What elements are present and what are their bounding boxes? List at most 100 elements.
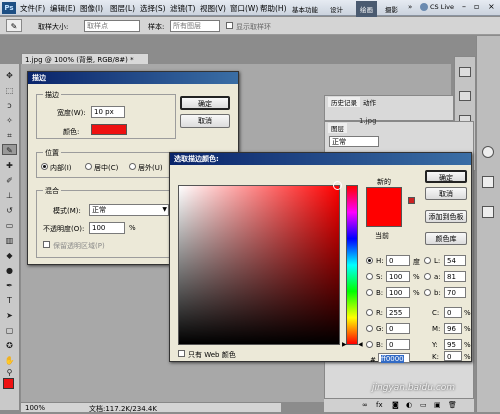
close-icon[interactable]: × — [488, 2, 495, 11]
lab-b-input[interactable]: 70 — [444, 287, 466, 298]
pen-tool-icon[interactable]: ✒ — [2, 280, 17, 291]
healing-brush-icon[interactable]: ✚ — [2, 160, 17, 171]
blend-mode-select[interactable]: 正常 — [329, 136, 379, 147]
actions-tab[interactable]: 动作 — [363, 97, 376, 107]
gamut-warning-icon[interactable] — [408, 197, 415, 204]
menu-file[interactable]: 文件(F) — [20, 3, 45, 14]
workspace-basic[interactable]: 基本功能 — [292, 4, 318, 14]
saturation-input[interactable]: 100 — [386, 271, 410, 282]
web-only-checkbox[interactable] — [178, 350, 185, 357]
shape-tool-icon[interactable]: ▢ — [2, 325, 17, 336]
eyedropper-icon[interactable]: ✎ — [2, 144, 17, 155]
cyan-input[interactable]: 0 — [444, 307, 462, 318]
move-tool-icon[interactable]: ✥ — [2, 70, 17, 81]
current-color-swatch[interactable] — [366, 207, 402, 227]
minimize-icon[interactable]: – — [462, 2, 466, 11]
eyedropper-tool-icon[interactable]: ✎ — [6, 19, 22, 32]
workspace-design[interactable]: 设计 — [330, 4, 343, 14]
menu-edit[interactable]: 编辑(E) — [50, 3, 76, 14]
menu-layer[interactable]: 图层(L) — [110, 3, 135, 14]
mode-select[interactable]: 正常 ▼ — [89, 204, 169, 216]
red-input[interactable]: 255 — [386, 307, 410, 318]
blur-tool-icon[interactable]: ◆ — [2, 250, 17, 261]
stroke-color-swatch[interactable] — [91, 124, 127, 135]
3d-rotate-icon[interactable]: ✪ — [2, 340, 17, 351]
zoom-level[interactable]: 100% — [25, 404, 45, 412]
masks-panel-icon[interactable] — [482, 206, 494, 218]
chevron-right-icon[interactable]: » — [408, 3, 412, 11]
lab-a-radio[interactable] — [424, 273, 431, 280]
document-tab[interactable]: 1.jpg @ 100% (背景, RGB/8#) * — [21, 53, 149, 64]
brush-preset-icon[interactable] — [482, 146, 494, 158]
menu-help[interactable]: 帮助(H) — [260, 3, 287, 14]
workspace-photo[interactable]: 摄影 — [385, 4, 398, 14]
green-radio[interactable] — [366, 325, 373, 332]
lasso-tool-icon[interactable]: ↄ — [2, 100, 17, 111]
clone-source-icon[interactable] — [482, 176, 494, 188]
cs-live-label[interactable]: CS Live — [430, 3, 454, 11]
zoom-tool-icon[interactable]: ⚲ — [2, 367, 17, 378]
hue-radio[interactable] — [366, 257, 373, 264]
link-layers-icon[interactable]: ∞ — [362, 401, 368, 409]
green-input[interactable]: 0 — [386, 323, 410, 334]
saturation-radio[interactable] — [366, 273, 373, 280]
group-icon[interactable]: ▭ — [420, 401, 427, 409]
workspace-painting[interactable]: 绘画 — [356, 1, 377, 17]
sample-select[interactable]: 所有图层 — [170, 20, 220, 32]
blue-radio[interactable] — [366, 341, 373, 348]
menu-image[interactable]: 图像(I) — [80, 3, 103, 14]
brush-tool-icon[interactable]: ✐ — [2, 175, 17, 186]
hand-tool-icon[interactable]: ✋ — [2, 355, 17, 366]
ps-logo[interactable]: Ps — [2, 2, 16, 14]
brightness-radio[interactable] — [366, 289, 373, 296]
quick-select-tool-icon[interactable]: ✧ — [2, 115, 17, 126]
position-outside-radio[interactable] — [129, 163, 136, 170]
hex-input[interactable]: ff0000 — [378, 353, 410, 363]
menu-window[interactable]: 窗口(W) — [230, 3, 258, 14]
crop-tool-icon[interactable]: ⌗ — [2, 130, 17, 141]
lab-b-radio[interactable] — [424, 289, 431, 296]
opacity-input[interactable]: 100 — [89, 222, 125, 234]
color-libraries-button[interactable]: 颜色库 — [425, 232, 467, 245]
width-input[interactable]: 10 px — [91, 106, 125, 118]
layer-style-icon[interactable]: fx — [376, 401, 383, 409]
eraser-tool-icon[interactable]: ▭ — [2, 220, 17, 231]
picker-ok-button[interactable]: 确定 — [425, 170, 467, 183]
gradient-tool-icon[interactable]: ▥ — [2, 235, 17, 246]
type-tool-icon[interactable]: T — [2, 295, 17, 306]
color-panel-icon[interactable] — [459, 67, 471, 77]
picker-cancel-button[interactable]: 取消 — [425, 187, 467, 200]
clone-stamp-icon[interactable]: ⊥ — [2, 190, 17, 201]
layers-tab[interactable]: 图层 — [328, 123, 347, 133]
lab-a-input[interactable]: 81 — [444, 271, 466, 282]
add-to-swatches-button[interactable]: 添加到色板 — [425, 210, 467, 223]
brightness-input[interactable]: 100 — [386, 287, 410, 298]
lab-l-input[interactable]: 54 — [444, 255, 466, 266]
hue-slider-left-handle[interactable]: ▶ — [342, 341, 347, 348]
black-input[interactable]: 0 — [444, 351, 462, 361]
hue-slider-right-handle[interactable]: ◀ — [358, 341, 363, 348]
new-layer-icon[interactable]: ▣ — [434, 401, 441, 409]
sample-size-select[interactable]: 取样点 — [84, 20, 140, 32]
color-field[interactable] — [178, 185, 340, 345]
red-radio[interactable] — [366, 309, 373, 316]
adjustment-layer-icon[interactable]: ◐ — [406, 401, 412, 409]
hue-slider[interactable] — [346, 185, 358, 345]
position-center-radio[interactable] — [85, 163, 92, 170]
history-tab[interactable]: 历史记录 — [328, 97, 360, 107]
path-select-icon[interactable]: ➤ — [2, 310, 17, 321]
position-inside-radio[interactable] — [41, 163, 48, 170]
show-ring-checkbox[interactable] — [226, 22, 233, 29]
layer-mask-icon[interactable]: ◙ — [392, 401, 399, 409]
blue-input[interactable]: 0 — [386, 339, 410, 350]
menu-filter[interactable]: 滤镜(T) — [170, 3, 195, 14]
trash-icon[interactable]: 🗑 — [448, 401, 457, 409]
yellow-input[interactable]: 95 — [444, 339, 462, 350]
lab-l-radio[interactable] — [424, 257, 431, 264]
menu-view[interactable]: 视图(V) — [200, 3, 226, 14]
magenta-input[interactable]: 96 — [444, 323, 462, 334]
menu-select[interactable]: 选择(S) — [140, 3, 166, 14]
color-field-marker[interactable] — [333, 181, 342, 190]
marquee-tool-icon[interactable]: ⬚ — [2, 85, 17, 96]
dodge-tool-icon[interactable]: ● — [2, 265, 17, 276]
